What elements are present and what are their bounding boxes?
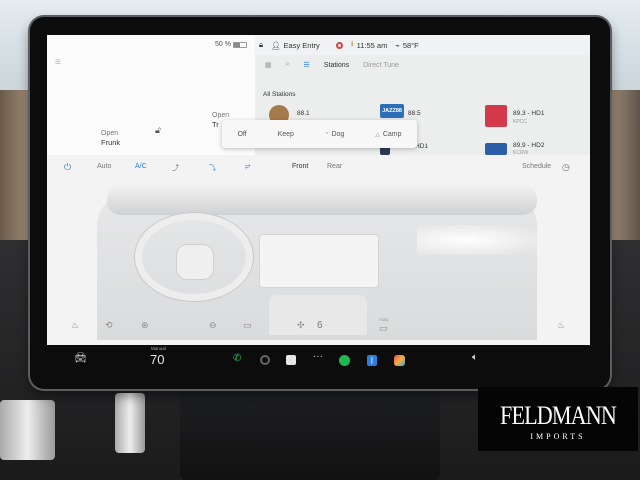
car-icon[interactable]: 🚘︎ <box>74 353 87 364</box>
media-source-icon[interactable]: ▦ <box>265 61 272 69</box>
station-name[interactable]: 88.1 <box>297 110 310 117</box>
driver-temperature[interactable]: 70 <box>150 352 164 367</box>
phone-icon[interactable]: ✆ <box>233 353 241 364</box>
accelerator-pedal <box>115 393 145 453</box>
mode-label: Keep <box>277 130 294 138</box>
climate-controls: ⏻ Auto A/C ⤴︎ ⤵︎ ⥂ Front Rear Schedule ◷ <box>47 162 590 177</box>
rear-defrost-icon[interactable]: ▭ <box>243 320 252 331</box>
person-icon: 👤︎ <box>271 40 281 50</box>
more-apps-icon[interactable]: ··· <box>313 351 323 362</box>
unlock-icon[interactable]: 🔓︎ <box>155 125 161 136</box>
download-icon: ⭳ <box>350 39 354 48</box>
seat-heater-passenger-icon[interactable]: ♨ <box>557 320 565 331</box>
mode-off[interactable]: Off <box>237 131 246 138</box>
battery-icon <box>233 42 247 48</box>
frunk-state: Open <box>101 130 119 137</box>
camp-icon: △ <box>375 131 380 138</box>
rear-climate-icon[interactable]: ▭ <box>379 323 388 334</box>
bottom-dock: 🚘︎ Manual 70 ✆ ··· ᛒ 🔈︎ <box>47 345 590 375</box>
station-logo[interactable] <box>485 105 507 127</box>
logo-line2: IMPORTS <box>530 432 586 441</box>
center-console <box>180 385 440 480</box>
defrost-rear-button[interactable]: Rear <box>327 163 342 170</box>
dashcam-button[interactable] <box>335 41 343 49</box>
clock: 11:55 am <box>356 40 388 50</box>
dog-icon: ◔ <box>324 131 329 137</box>
mode-label: Dog <box>331 130 345 138</box>
ac-button[interactable]: A/C <box>135 163 147 170</box>
camera-icon[interactable] <box>260 355 270 365</box>
airflow-face-icon[interactable]: ⤴︎ <box>172 163 179 173</box>
search-icon[interactable]: ⌕ <box>286 61 290 69</box>
mode-dog[interactable]: ◔ Dog <box>325 131 344 138</box>
airflow-windshield-icon[interactable]: ⥂ <box>245 163 251 171</box>
station-logo[interactable] <box>485 143 507 155</box>
rear-auto-label: Auto <box>379 317 389 322</box>
spotify-icon[interactable] <box>339 355 350 366</box>
clock-icon[interactable]: ◷ <box>562 162 570 173</box>
frunk-label: Frunk <box>101 138 121 147</box>
record-icon <box>335 41 343 49</box>
station-name[interactable]: 88.5 <box>408 110 421 117</box>
seat-heater-driver-icon[interactable]: ♨ <box>71 320 79 331</box>
schedule-button[interactable]: Schedule <box>522 163 551 170</box>
download-indicator[interactable]: ⭳ <box>351 38 354 52</box>
brake-pedal <box>0 400 55 460</box>
station-name[interactable]: 89.3 - HD1 <box>513 110 544 117</box>
fan-speed: 6 <box>317 320 323 331</box>
station-logo[interactable]: JAZZ88 <box>380 104 404 118</box>
tab-stations[interactable]: Stations <box>324 62 349 69</box>
profile-button[interactable]: 👤︎ Easy Entry <box>271 41 320 50</box>
seat-controls: ♨ ⟲ ⊛ ⊖ ▭ ✣ 6 Auto ▭ ♨ <box>47 317 590 338</box>
dealer-logo: FELDMANN IMPORTS <box>478 387 638 451</box>
steering-heat-icon[interactable]: ⊛ <box>141 320 149 331</box>
touchscreen: ≡ 50 % Open Frunk 🔓︎ Open Tr 🔒︎ 👤︎ Easy … <box>47 35 590 345</box>
mode-camp[interactable]: △ Camp <box>375 131 401 138</box>
status-bar: 🔒︎ 👤︎ Easy Entry ⭳ 11:55 am ⌁ 58°F <box>255 35 590 55</box>
rear-seat-icon[interactable]: ⊖ <box>209 320 217 331</box>
section-title: All Stations <box>263 91 296 98</box>
trunk-state: Open <box>212 112 230 119</box>
fan-icon[interactable]: ✣ <box>297 320 305 331</box>
auto-button[interactable]: Auto <box>97 163 111 170</box>
bluetooth-icon[interactable]: ᛒ <box>367 355 377 366</box>
steering-hub-illustration <box>177 245 213 279</box>
volume-icon[interactable]: 🔈︎ <box>472 352 478 363</box>
mode-label: Camp <box>382 130 402 138</box>
mode-label: Off <box>237 130 247 138</box>
station-sub: KPCC <box>513 119 527 125</box>
battery-percent: 50 % <box>215 41 231 48</box>
connectivity-icon: ⌁ <box>395 40 400 50</box>
app-launcher-icon[interactable] <box>286 355 296 365</box>
recirculate-icon[interactable]: ⟲ <box>105 320 113 331</box>
battery-fill <box>234 43 240 47</box>
list-icon[interactable]: ☰ <box>304 61 310 69</box>
defrost-front-button[interactable]: Front <box>292 163 308 170</box>
lock-icon[interactable]: 🔒︎ <box>259 40 263 50</box>
logo-line1: FELDMANN <box>500 401 617 430</box>
dashboard-illustration <box>107 185 537 215</box>
climate-panel: ⏻ Auto A/C ⤴︎ ⤵︎ ⥂ Front Rear Schedule ◷… <box>47 155 590 345</box>
media-tabs: ▦ ⌕ ☰ Stations Direct Tune <box>265 61 399 69</box>
center-display-illustration <box>260 235 378 287</box>
mode-keep[interactable]: Keep <box>278 131 294 138</box>
station-name[interactable]: 89.9 - HD2 <box>513 142 544 149</box>
outside-temp: 58°F <box>402 40 419 50</box>
profile-name: Easy Entry <box>283 40 320 50</box>
temperature-mode: Manual <box>151 346 166 351</box>
menu-icon[interactable]: ≡ <box>55 57 61 68</box>
toybox-icon[interactable] <box>394 355 405 366</box>
frunk-button[interactable]: Open Frunk <box>101 129 120 147</box>
power-icon[interactable]: ⏻ <box>64 162 71 173</box>
airflow-feet-icon[interactable]: ⤵︎ <box>209 163 216 173</box>
tab-direct-tune[interactable]: Direct Tune <box>363 62 399 69</box>
air-vent-illustration[interactable] <box>417 225 537 255</box>
climate-mode-popup: Off Keep ◔ Dog △ Camp <box>222 120 417 148</box>
